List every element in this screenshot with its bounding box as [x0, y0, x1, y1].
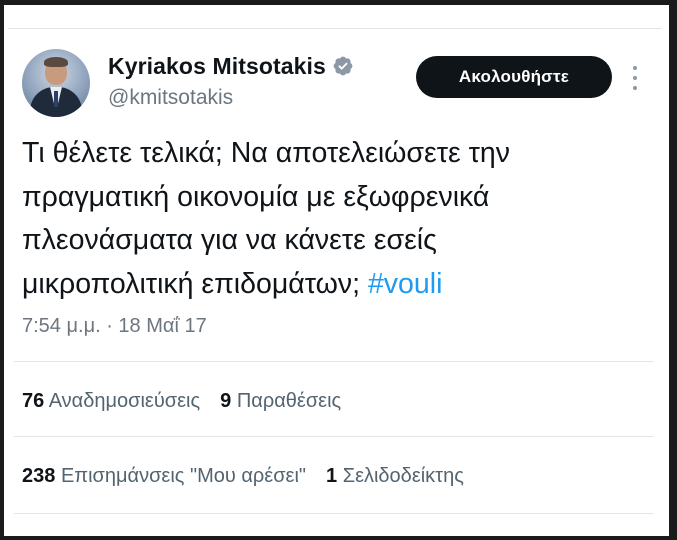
- divider: [14, 361, 654, 362]
- likes-count: 238: [22, 465, 56, 487]
- stats-row-likes-bookmarks: 238 Επισημάνσεις "Μου αρέσει" 1 Σελιδοδεί…: [22, 465, 464, 488]
- likes-label: Επισημάνσεις "Μου αρέσει": [60, 465, 307, 487]
- bookmarks-label: Σελιδοδείκτης: [342, 465, 464, 487]
- reposts-stat[interactable]: 76 Αναδημοσιεύσεις: [22, 390, 200, 412]
- quotes-label: Παραθέσεις: [236, 390, 342, 412]
- tweet-text: Τι θέλετε τελικά; Να αποτελειώσετε την π…: [22, 132, 652, 306]
- stats-row-reposts-quotes: 76 Αναδημοσιεύσεις 9 Παραθέσεις: [22, 390, 341, 413]
- tweet-text-line: πραγματική οικονομία με εξωφρενικά: [22, 180, 490, 213]
- author-handle[interactable]: @kmitsotakis: [108, 86, 233, 110]
- hashtag-link[interactable]: #vouli: [368, 268, 442, 300]
- avatar[interactable]: [22, 49, 90, 117]
- tweet-text-line: Τι θέλετε τελικά; Να αποτελειώσετε την: [22, 137, 510, 169]
- frame-border-right: [669, 0, 677, 540]
- author-display-name[interactable]: Kyriakos Mitsotakis: [108, 53, 326, 80]
- bookmarks-count: 1: [326, 465, 338, 487]
- author-name-row[interactable]: Kyriakos Mitsotakis: [108, 52, 354, 80]
- reposts-label: Αναδημοσιεύσεις: [48, 390, 201, 412]
- quotes-count: 9: [220, 390, 232, 412]
- more-dot-3: [633, 86, 637, 90]
- divider: [14, 436, 654, 437]
- divider-top: [8, 28, 662, 29]
- frame-border-left: [0, 0, 4, 540]
- more-options-icon[interactable]: [630, 66, 640, 90]
- avatar-tie: [54, 91, 58, 107]
- avatar-hair: [44, 57, 68, 67]
- tweet-timestamp[interactable]: 7:54 μ.μ. · 18 Μαΐ 17: [22, 315, 207, 338]
- more-dot-2: [633, 76, 637, 80]
- divider: [14, 513, 654, 514]
- tweet-text-line-last: μικροπολιτική επιδομάτων; #vouli: [22, 263, 652, 307]
- more-dot-1: [633, 66, 637, 70]
- quotes-stat[interactable]: 9 Παραθέσεις: [220, 390, 341, 412]
- tweet-text-fragment: μικροπολιτική επιδομάτων;: [22, 267, 361, 300]
- tweet-screenshot: Kyriakos Mitsotakis @kmitsotakis Ακολουθ…: [0, 0, 677, 540]
- cropped-previous-content: [4, 5, 669, 27]
- follow-button[interactable]: Ακολουθήστε: [416, 56, 612, 98]
- bookmarks-stat[interactable]: 1 Σελιδοδείκτης: [326, 465, 464, 487]
- verified-badge-icon: [332, 55, 354, 77]
- reposts-count: 76: [22, 390, 45, 412]
- likes-stat[interactable]: 238 Επισημάνσεις "Μου αρέσει": [22, 465, 306, 487]
- tweet-text-line: πλεονάσματα για να κάνετε εσείς: [22, 224, 437, 256]
- frame-border-bottom: [0, 536, 677, 540]
